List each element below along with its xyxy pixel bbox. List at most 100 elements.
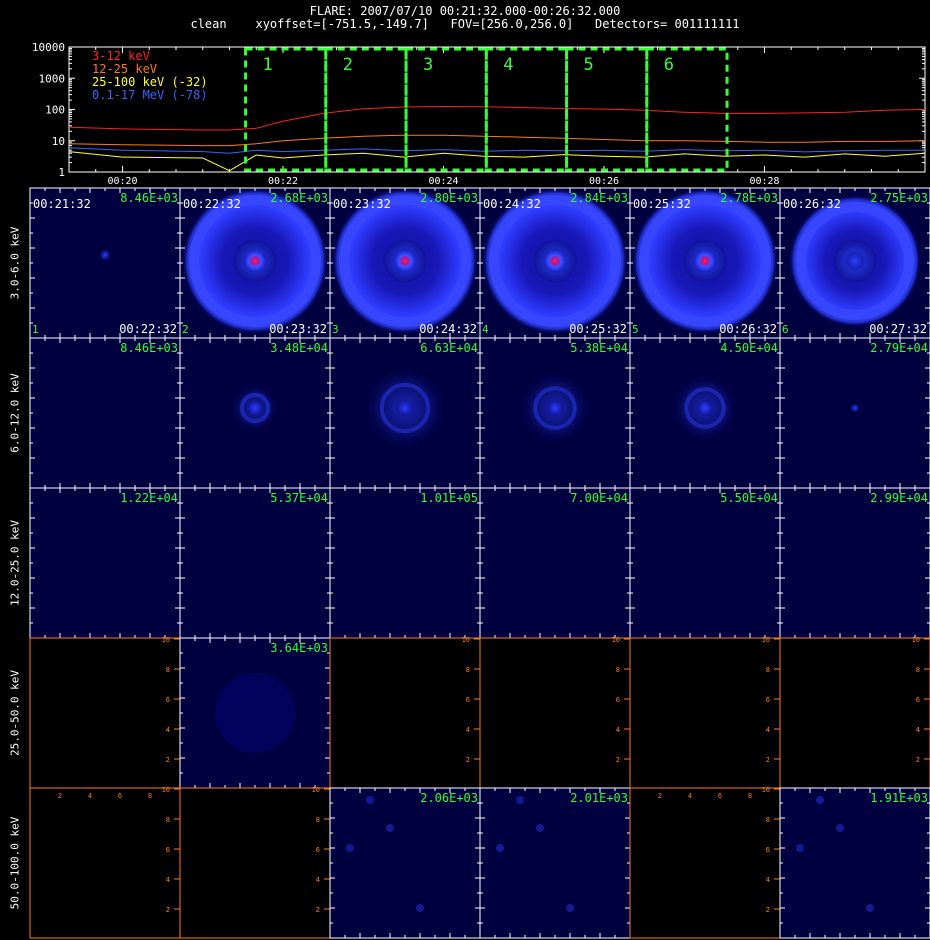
panel-background xyxy=(180,488,330,638)
energy-row-label: 3.0-6.0 keV xyxy=(0,188,30,338)
blank-axis-label: 8 xyxy=(766,666,770,674)
energy-row-label: 50.0-100.0 keV xyxy=(0,788,30,938)
blank-axis-label: 2 xyxy=(766,756,770,764)
image-max-value: 8.46E+03 xyxy=(120,191,178,205)
interval-index: 3 xyxy=(332,323,339,336)
flare-core xyxy=(845,251,865,271)
image-start-time: 00:26:32 xyxy=(783,197,841,211)
energy-row-label-text: 25.0-50.0 keV xyxy=(8,669,22,757)
interval-index: 5 xyxy=(632,323,639,336)
blank-axis-label: 4 xyxy=(616,726,620,734)
image-panel: 2.01E+03 xyxy=(479,787,631,939)
image-max-value: 1.91E+03 xyxy=(870,791,928,805)
blank-panel xyxy=(630,638,780,788)
interval-index: 1 xyxy=(32,323,39,336)
image-max-value: 1.22E+04 xyxy=(120,491,178,505)
flare-core xyxy=(693,249,717,273)
noise-speck xyxy=(836,824,844,832)
blank-axis-label: 10 xyxy=(312,786,320,794)
image-panel: 2 4 6 8 10 xyxy=(779,636,930,789)
flare-core xyxy=(850,403,860,413)
blank-axis-label: 2 xyxy=(166,756,170,764)
image-max-value: 4.50E+04 xyxy=(720,341,778,355)
flare-core xyxy=(393,249,417,273)
image-max-value: 2.68E+03 xyxy=(270,191,328,205)
blank-axis-label: 6 xyxy=(916,696,920,704)
image-max-value: 2.80E+03 xyxy=(420,191,478,205)
blank-panel xyxy=(180,788,330,938)
image-max-value: 7.00E+04 xyxy=(570,491,628,505)
image-max-value: 2.06E+03 xyxy=(420,791,478,805)
image-panel: 8.46E+03 00:21:32 00:22:32 1 xyxy=(29,187,181,339)
noise-speck xyxy=(796,844,804,852)
flare-core xyxy=(243,249,267,273)
image-start-time: 00:24:32 xyxy=(483,197,541,211)
image-start-time: 00:22:32 xyxy=(183,197,241,211)
image-panel: 5.38E+04 xyxy=(479,337,631,489)
blank-panel xyxy=(30,638,180,788)
image-panel: 2 4 6 8 10 xyxy=(29,636,181,789)
blank-panel xyxy=(30,788,180,938)
image-panel: 2 4 6 8 10 2 4 6 8 xyxy=(29,786,181,939)
blank-axis-label: 10 xyxy=(162,636,170,644)
interval-index: 2 xyxy=(182,323,189,336)
blank-axis-label: 8 xyxy=(916,666,920,674)
noise-speck xyxy=(496,844,504,852)
image-panel: 2 4 6 8 10 xyxy=(179,786,331,939)
blank-axis-label: 2 xyxy=(166,906,170,914)
blank-panel xyxy=(480,638,630,788)
blank-panel xyxy=(780,638,930,788)
blank-axis-label: 4 xyxy=(88,792,92,800)
blank-axis-label: 8 xyxy=(616,666,620,674)
blank-axis-label: 2 xyxy=(916,756,920,764)
image-max-value: 6.63E+04 xyxy=(420,341,478,355)
image-panel: 2.06E+03 xyxy=(329,787,481,939)
image-end-time: 00:27:32 xyxy=(869,322,927,336)
panel-background xyxy=(780,788,930,938)
blank-axis-label: 8 xyxy=(766,816,770,824)
image-max-value: 1.01E+05 xyxy=(420,491,478,505)
blank-axis-label: 6 xyxy=(118,792,122,800)
image-end-time: 00:26:32 xyxy=(719,322,777,336)
panel-background xyxy=(480,488,630,638)
image-max-value: 5.38E+04 xyxy=(570,341,628,355)
panel-background xyxy=(30,338,180,488)
image-panel: 1.01E+05 xyxy=(329,487,481,639)
source-blob xyxy=(99,249,111,261)
panel-background xyxy=(30,488,180,638)
energy-row-label-text: 6.0-12.0 keV xyxy=(8,373,22,453)
image-panel: 2.78E+03 00:25:32 00:26:32 5 xyxy=(629,187,781,339)
blank-axis-label: 8 xyxy=(166,666,170,674)
blank-axis-label: 10 xyxy=(162,786,170,794)
blank-axis-label: 4 xyxy=(166,726,170,734)
interval-index: 6 xyxy=(782,323,789,336)
blank-axis-label: 6 xyxy=(718,792,722,800)
blank-axis-label: 4 xyxy=(766,876,770,884)
energy-row-label: 6.0-12.0 keV xyxy=(0,338,30,488)
image-panel: 5.50E+04 xyxy=(629,487,781,639)
interval-index: 4 xyxy=(482,323,489,336)
image-panel: 2.84E+03 00:24:32 00:25:32 4 xyxy=(479,187,631,339)
blank-axis-label: 6 xyxy=(166,696,170,704)
image-max-value: 5.50E+04 xyxy=(720,491,778,505)
blank-axis-label: 6 xyxy=(466,696,470,704)
image-end-time: 00:24:32 xyxy=(419,322,477,336)
image-grid: 8.46E+03 00:21:32 00:22:32 1 2.68E+03 00:22:3… xyxy=(29,187,930,939)
noise-speck xyxy=(386,824,394,832)
image-panel: 2.80E+03 00:23:32 00:24:32 3 xyxy=(329,187,481,339)
blank-axis-label: 2 xyxy=(466,756,470,764)
noise-speck xyxy=(516,796,524,804)
image-panel: 8.46E+03 xyxy=(29,337,181,489)
image-panel: 3.64E+03 xyxy=(179,637,331,789)
flare-core xyxy=(696,399,714,417)
image-panel: 7.00E+04 xyxy=(479,487,631,639)
blank-axis-label: 8 xyxy=(748,792,752,800)
image-start-time: 00:21:32 xyxy=(33,197,91,211)
image-max-value: 8.46E+03 xyxy=(120,341,178,355)
blank-axis-label: 2 xyxy=(766,906,770,914)
noise-speck xyxy=(346,844,354,852)
panel-background xyxy=(780,488,930,638)
image-max-value: 2.84E+03 xyxy=(570,191,628,205)
panel-background xyxy=(330,488,480,638)
image-panel: 3.48E+04 xyxy=(179,337,331,489)
